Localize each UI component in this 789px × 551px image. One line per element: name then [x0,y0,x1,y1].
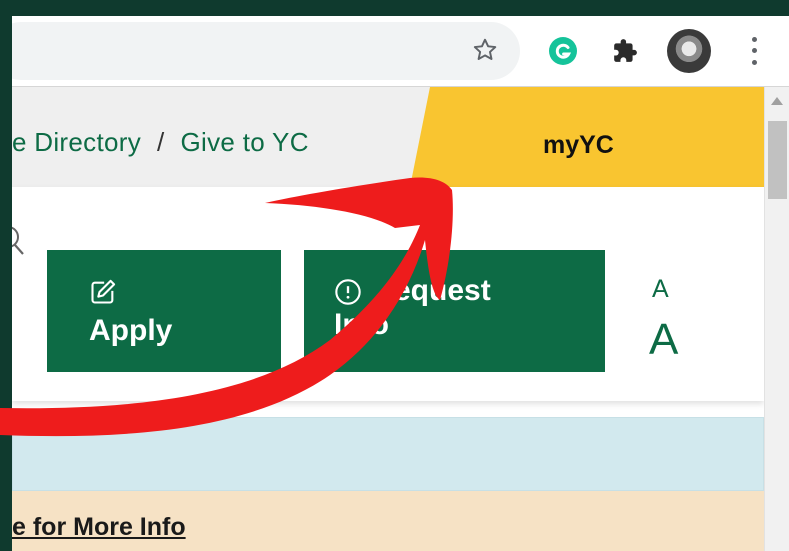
page-scrollbar[interactable] [764,87,789,551]
myyc-label: myYC [543,131,614,159]
decrease-font-button[interactable]: A [652,275,669,304]
star-icon[interactable] [467,32,503,68]
request-info-button[interactable]: equest Info [304,250,605,372]
web-page: e Directory / Give to YC myYC Apply equest… [12,87,764,551]
directory-link[interactable]: e Directory [12,127,141,157]
grammarly-icon[interactable] [546,34,580,68]
browser-window: e Directory / Give to YC myYC Apply equest… [12,16,789,551]
puzzle-icon[interactable] [608,34,642,68]
request-label-line1: equest [394,274,491,307]
more-info-link[interactable]: e for More Info [12,513,186,542]
scroll-thumb[interactable] [768,121,787,199]
link-separator: / [157,127,165,157]
notice-banner: e for More Info [12,491,764,551]
profile-avatar[interactable] [667,29,711,73]
kebab-menu-icon[interactable] [746,34,762,68]
give-to-yc-link[interactable]: Give to YC [181,127,309,157]
search-icon[interactable] [12,221,34,261]
browser-toolbar [12,16,789,87]
address-bar[interactable] [12,22,520,80]
utility-nav: e Directory / Give to YC myYC [12,87,764,187]
apply-label: Apply [89,314,173,347]
info-banner [12,417,764,491]
apply-button[interactable]: Apply [47,250,281,372]
request-label-line2: Info [334,308,389,341]
edit-icon [89,278,117,306]
request-info-label: equest Info [334,274,574,342]
scroll-up-arrow-icon[interactable] [771,97,783,105]
utility-links: e Directory / Give to YC [12,127,309,158]
increase-font-button[interactable]: A [649,315,678,365]
myyc-button[interactable]: myYC [410,87,764,187]
